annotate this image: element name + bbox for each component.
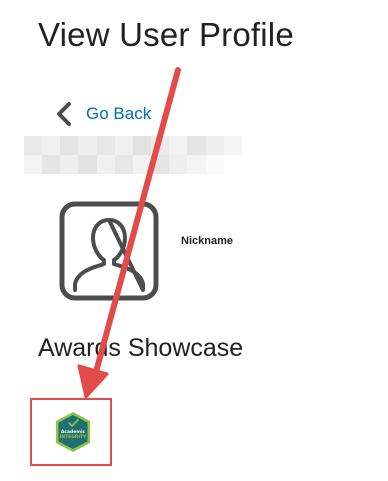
page-title: View User Profile xyxy=(38,16,294,53)
chevron-left-icon xyxy=(57,102,71,126)
avatar-placeholder-icon xyxy=(59,201,159,301)
go-back-link[interactable]: Go Back xyxy=(54,100,151,128)
nickname-label: Nickname xyxy=(181,235,233,247)
go-back-label: Go Back xyxy=(86,104,152,123)
badge-line2: INTEGRITY xyxy=(60,434,87,440)
user-profile-page: View User Profile Go Back Nickname Award… xyxy=(0,0,388,481)
academic-integrity-badge-icon[interactable]: Academic INTEGRITY xyxy=(52,411,94,453)
awards-showcase-title: Awards Showcase xyxy=(38,334,244,362)
award-highlight-box: Academic INTEGRITY xyxy=(30,398,112,466)
blurred-user-name xyxy=(24,136,242,174)
